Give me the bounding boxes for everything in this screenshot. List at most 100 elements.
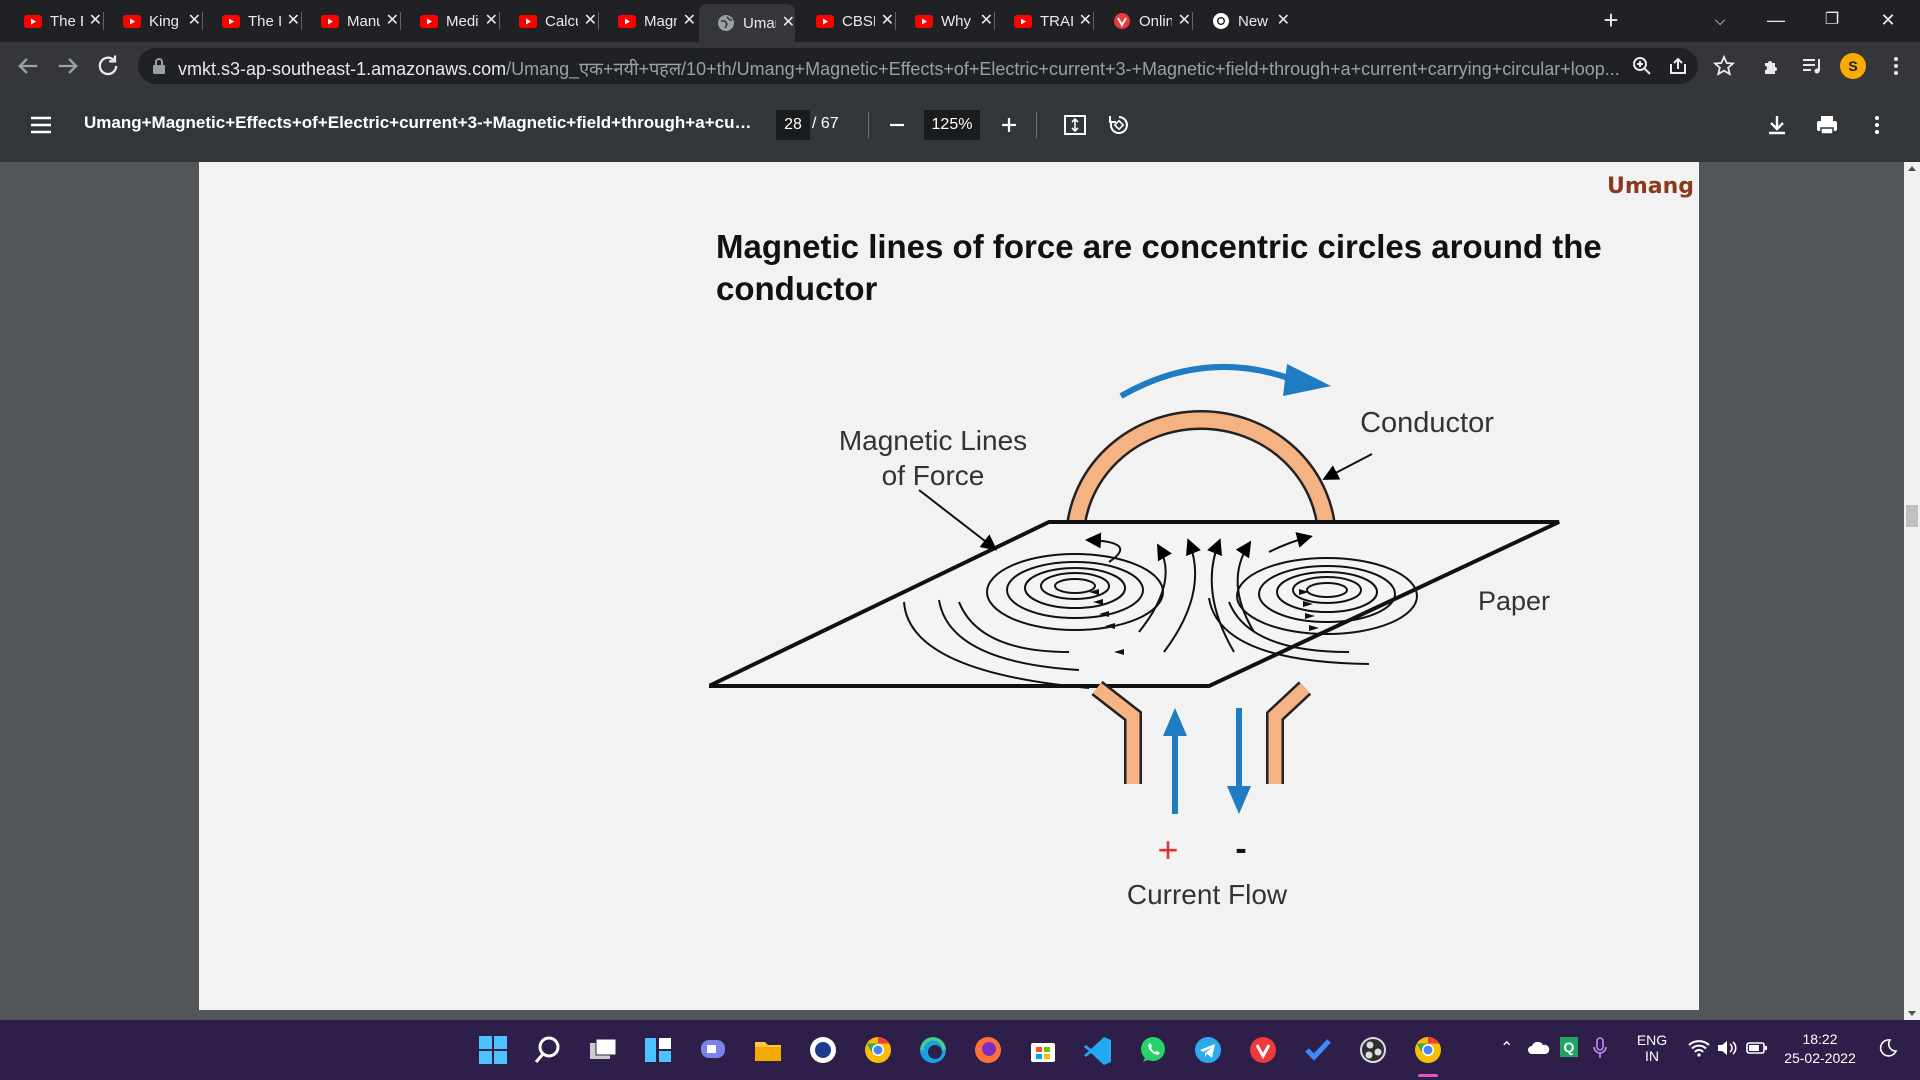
whatsapp-icon[interactable] xyxy=(1136,1033,1170,1067)
tab-separator xyxy=(301,12,302,30)
browser-tab[interactable]: Medit ✕ xyxy=(402,6,498,36)
media-control-icon[interactable] xyxy=(1800,54,1824,78)
zoom-level-input[interactable]: 125% xyxy=(924,110,980,140)
browser-tab[interactable]: The Bi ✕ xyxy=(6,6,102,36)
close-tab-icon[interactable]: ✕ xyxy=(683,13,696,29)
tab-search-icon[interactable]: ⌵ xyxy=(1700,6,1740,34)
clock[interactable]: 18:22 25-02-2022 xyxy=(1780,1031,1860,1066)
vscode-icon[interactable] xyxy=(1081,1033,1115,1067)
widgets-icon[interactable] xyxy=(641,1033,675,1067)
download-icon[interactable] xyxy=(1764,112,1790,138)
lock-icon[interactable] xyxy=(152,58,166,74)
profile-avatar[interactable]: S xyxy=(1840,53,1866,79)
tray-app-icon[interactable]: Q xyxy=(1560,1037,1578,1057)
back-icon[interactable] xyxy=(14,52,42,80)
zoom-out-icon[interactable] xyxy=(884,112,910,138)
browser-tab[interactable]: CBSE ✕ xyxy=(798,6,894,36)
address-bar[interactable]: vmkt.s3-ap-southeast-1.amazonaws.com/Uma… xyxy=(138,48,1698,84)
vertical-scrollbar[interactable] xyxy=(1904,162,1920,1020)
scroll-up-icon[interactable] xyxy=(1908,166,1916,171)
task-view-icon[interactable] xyxy=(586,1033,620,1067)
file-explorer-icon[interactable] xyxy=(751,1033,785,1067)
close-window-button[interactable]: ✕ xyxy=(1868,6,1908,34)
browser-tab[interactable]: Magn ✕ xyxy=(600,6,696,36)
extensions-icon[interactable] xyxy=(1760,54,1784,78)
browser-tab[interactable]: Online ✕ xyxy=(1095,6,1191,36)
onedrive-icon[interactable] xyxy=(1528,1040,1550,1056)
page-number-input[interactable]: 28 xyxy=(776,110,810,140)
close-tab-icon[interactable]: ✕ xyxy=(980,13,993,29)
close-tab-icon[interactable]: ✕ xyxy=(188,13,201,29)
tab-title: CBSE xyxy=(842,12,875,30)
browser-tab[interactable]: King K ✕ xyxy=(105,6,201,36)
obs-icon[interactable] xyxy=(1356,1033,1390,1067)
close-tab-icon[interactable]: ✕ xyxy=(89,13,102,29)
telegram-icon[interactable] xyxy=(1191,1033,1225,1067)
close-tab-icon[interactable]: ✕ xyxy=(881,13,894,29)
microsoft-store-icon[interactable] xyxy=(1026,1033,1060,1067)
pdf-viewer-area[interactable]: Umang Magnetic lines of force are concen… xyxy=(0,162,1904,1020)
tab-title: Magn xyxy=(644,12,677,30)
close-tab-icon[interactable]: ✕ xyxy=(1079,13,1092,29)
zoom-icon[interactable] xyxy=(1632,56,1652,76)
browser-tab[interactable]: Calcul ✕ xyxy=(501,6,597,36)
language-indicator[interactable]: ENG IN xyxy=(1632,1032,1672,1064)
clock-time: 18:22 xyxy=(1802,1031,1838,1047)
search-icon[interactable] xyxy=(531,1033,565,1067)
browser-menu-icon[interactable] xyxy=(1884,54,1908,78)
close-tab-icon[interactable]: ✕ xyxy=(1178,13,1191,29)
tab-separator xyxy=(994,12,995,30)
scroll-down-icon[interactable] xyxy=(1908,1011,1916,1016)
browser-tab[interactable]: TRAIL ✕ xyxy=(996,6,1092,36)
teams-chat-icon[interactable] xyxy=(696,1033,730,1067)
vivaldi-icon[interactable] xyxy=(1246,1033,1280,1067)
rotate-icon[interactable] xyxy=(1106,112,1132,138)
close-tab-icon[interactable]: ✕ xyxy=(782,15,795,31)
tray-overflow-icon[interactable]: ⌃ xyxy=(1500,1038,1513,1058)
pdf-sidebar-menu-icon[interactable] xyxy=(28,112,54,138)
language-code: ENG xyxy=(1636,1032,1668,1048)
close-tab-icon[interactable]: ✕ xyxy=(386,13,399,29)
browser-tab[interactable]: New T ✕ xyxy=(1194,6,1290,36)
bookmark-star-icon[interactable] xyxy=(1712,54,1736,78)
wifi-icon[interactable] xyxy=(1688,1039,1710,1057)
zoom-in-icon[interactable] xyxy=(996,112,1022,138)
tab-title: Online xyxy=(1139,12,1172,30)
pdf-title: Umang+Magnetic+Effects+of+Electric+curre… xyxy=(84,113,754,132)
volume-icon[interactable] xyxy=(1716,1039,1738,1057)
chrome-canary-icon[interactable] xyxy=(861,1033,895,1067)
close-tab-icon[interactable]: ✕ xyxy=(287,13,300,29)
close-tab-icon[interactable]: ✕ xyxy=(485,13,498,29)
url-text[interactable]: vmkt.s3-ap-southeast-1.amazonaws.com/Uma… xyxy=(178,57,1638,81)
app-icon[interactable] xyxy=(806,1033,840,1067)
forward-icon[interactable] xyxy=(54,52,82,80)
minimize-button[interactable]: — xyxy=(1756,6,1796,34)
close-tab-icon[interactable]: ✕ xyxy=(1277,13,1290,29)
browser-tab[interactable]: Why A ✕ xyxy=(897,6,993,36)
windows-start-icon[interactable] xyxy=(476,1033,510,1067)
restore-button[interactable]: ❐ xyxy=(1812,6,1852,34)
new-tab-button[interactable]: + xyxy=(1598,7,1624,34)
browser-tab[interactable]: Umang ✕ xyxy=(699,4,795,42)
reload-icon[interactable] xyxy=(94,52,122,80)
pdf-more-icon[interactable] xyxy=(1864,112,1890,138)
microphone-icon[interactable] xyxy=(1592,1037,1608,1059)
close-tab-icon[interactable]: ✕ xyxy=(584,13,597,29)
todo-icon[interactable] xyxy=(1301,1033,1335,1067)
divider xyxy=(1036,112,1037,138)
browser-tab[interactable]: The In ✕ xyxy=(204,6,300,36)
firefox-icon[interactable] xyxy=(971,1033,1005,1067)
chrome-active-icon[interactable] xyxy=(1411,1033,1445,1067)
battery-icon[interactable] xyxy=(1746,1040,1768,1056)
share-icon[interactable] xyxy=(1668,56,1688,76)
focus-assist-icon[interactable] xyxy=(1878,1038,1898,1058)
label-plus: + xyxy=(1157,829,1178,870)
edge-icon[interactable] xyxy=(916,1033,950,1067)
tab-title: TRAIL xyxy=(1040,12,1073,30)
browser-tab[interactable]: Manu ✕ xyxy=(303,6,399,36)
tab-separator xyxy=(895,12,896,30)
print-icon[interactable] xyxy=(1814,112,1840,138)
scrollbar-thumb[interactable] xyxy=(1906,505,1918,527)
fit-to-page-icon[interactable] xyxy=(1062,112,1088,138)
magnetic-field-diagram: Magnetic Lines of Force Conductor Paper … xyxy=(709,363,1560,910)
